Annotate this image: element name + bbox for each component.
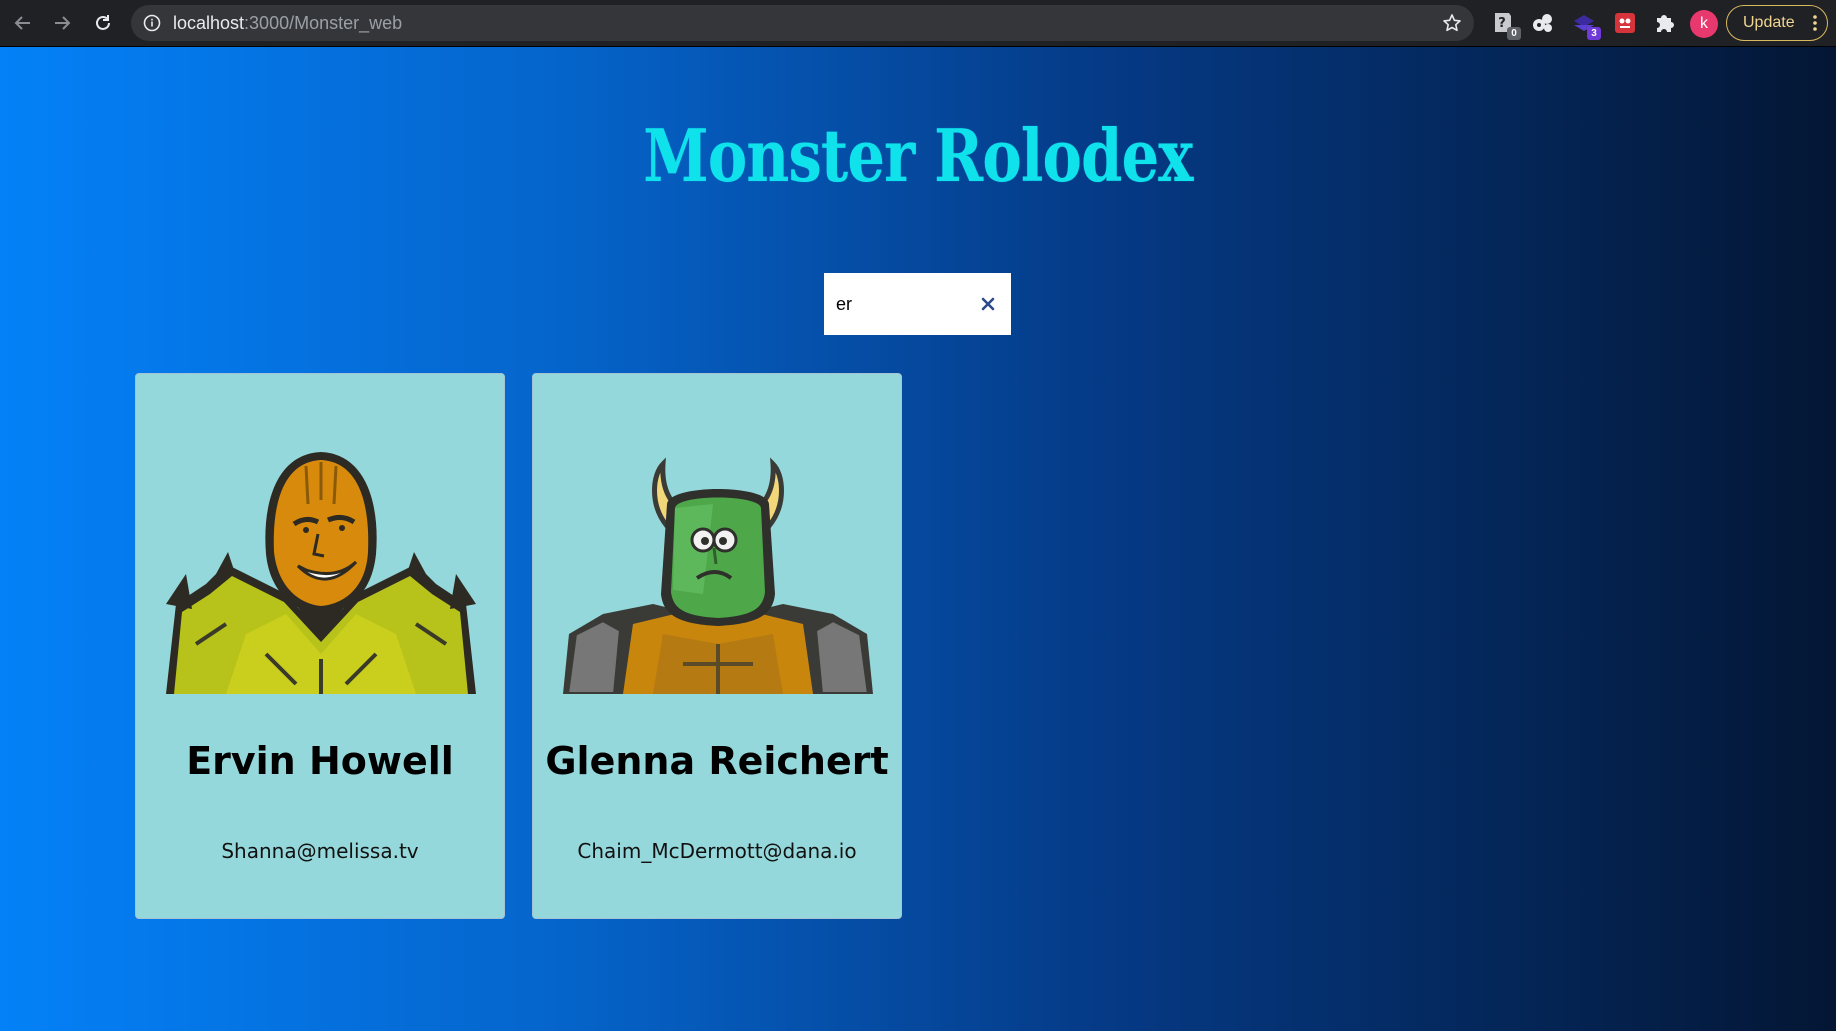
kebab-menu-icon <box>1813 15 1817 31</box>
extensions-puzzle-icon <box>1657 15 1674 32</box>
update-button[interactable]: Update <box>1726 5 1828 41</box>
monster-name: Glenna Reichert <box>545 739 889 783</box>
extensions-menu-button[interactable] <box>1650 9 1678 37</box>
reload-button[interactable] <box>88 8 118 38</box>
monster-card[interactable]: Glenna Reichert Chaim_McDermott@dana.io <box>532 373 902 919</box>
update-label: Update <box>1743 14 1795 31</box>
app-page: Monster Rolodex er Ervin Howell Shanna@m… <box>0 47 1836 1031</box>
extension-button-1[interactable]: ? 0 <box>1490 9 1521 40</box>
forward-button[interactable] <box>47 8 77 38</box>
monster-name: Ervin Howell <box>186 739 454 783</box>
site-info-icon[interactable] <box>143 14 161 32</box>
reload-icon <box>96 15 110 30</box>
browser-toolbar: localhost:3000/Monster_web ? 0 3 k Updat… <box>0 0 1836 47</box>
monster-email: Chaim_McDermott@dana.io <box>577 839 857 863</box>
extension-badge-count: 3 <box>1587 27 1601 40</box>
profile-avatar[interactable]: k <box>1690 10 1718 38</box>
back-button[interactable] <box>8 8 38 38</box>
back-arrow-icon <box>14 16 30 30</box>
forward-arrow-icon <box>55 16 71 30</box>
cookie-extension-icon <box>1533 14 1552 32</box>
search-box <box>824 273 1011 335</box>
extension-button-3[interactable]: 3 <box>1570 9 1601 40</box>
url-host: localhost <box>173 13 245 33</box>
clear-search-icon[interactable] <box>979 295 997 313</box>
extension-button-2[interactable] <box>1529 9 1557 37</box>
svg-text:?: ? <box>1498 16 1506 31</box>
url-path: :3000/Monster_web <box>244 13 403 33</box>
extension-badge-count: 0 <box>1507 27 1521 40</box>
bookmark-star-icon[interactable] <box>1442 13 1462 33</box>
extension-button-4[interactable] <box>1611 9 1639 37</box>
monster-email: Shanna@melissa.tv <box>221 839 419 863</box>
yellow-monster-avatar <box>166 452 476 694</box>
address-bar[interactable]: localhost:3000/Monster_web <box>131 5 1474 41</box>
search-input[interactable] <box>836 273 976 335</box>
red-extension-icon <box>1615 13 1635 33</box>
url-text: localhost:3000/Monster_web <box>173 5 402 41</box>
monster-card[interactable]: Ervin Howell Shanna@melissa.tv <box>135 373 505 919</box>
green-horned-monster-avatar <box>563 457 873 694</box>
page-title: Monster Rolodex <box>643 113 1193 198</box>
